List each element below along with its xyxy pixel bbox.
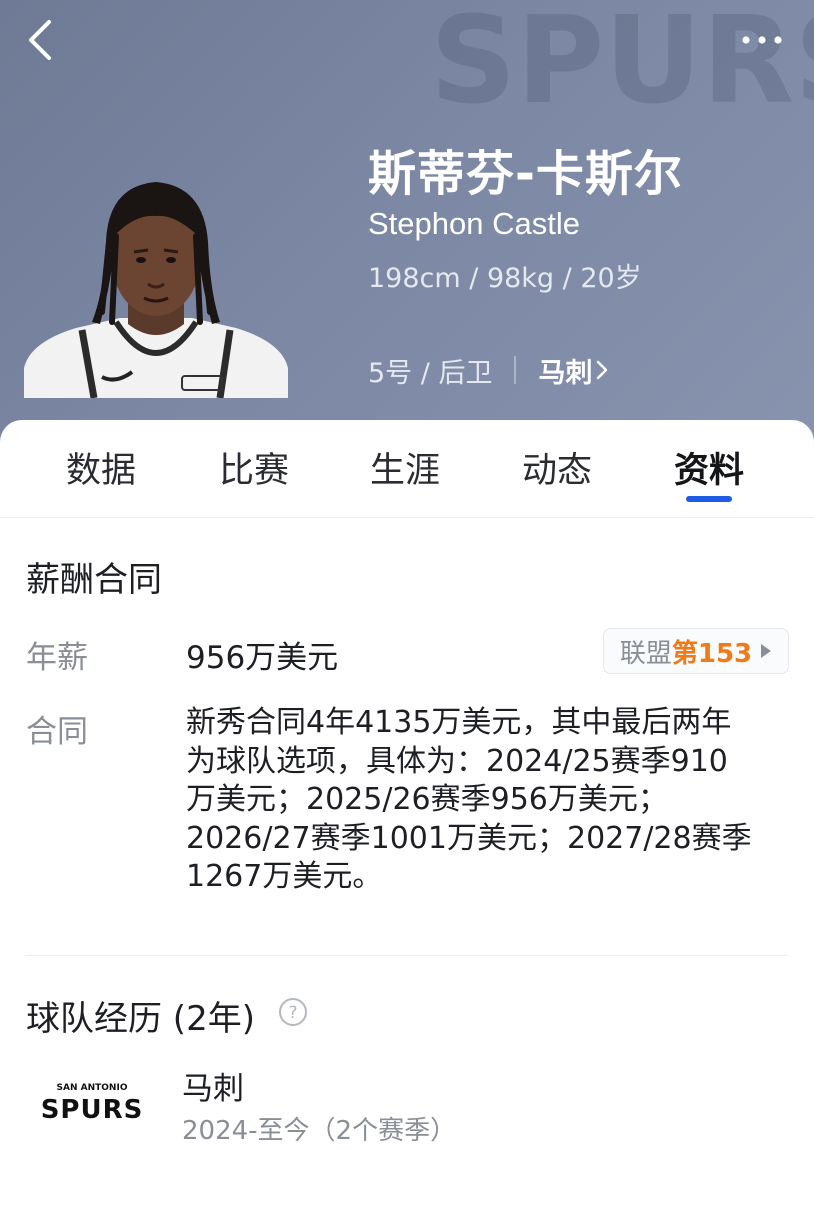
rank-value: 第153 — [671, 638, 753, 669]
contract-label: 合同 — [26, 714, 88, 750]
tab-data[interactable]: 数据 — [41, 442, 161, 492]
contract-line: 1267万美元。 — [186, 859, 383, 894]
svg-text:?: ? — [288, 1003, 297, 1023]
back-arrow-icon — [29, 20, 51, 60]
triangle-right-icon — [761, 644, 772, 658]
tab-news[interactable]: 动态 — [497, 442, 617, 492]
contract-line: 2026/27赛季1001万美元；2027/28赛季 — [186, 820, 752, 856]
player-position-row: 5号 / 后卫 马刺 — [368, 350, 608, 390]
player-name-cn: 斯蒂芬-卡斯尔 — [368, 146, 683, 202]
tab-games[interactable]: 比赛 — [194, 442, 314, 492]
team-history-name[interactable]: 马刺 — [182, 1063, 244, 1108]
tab-bar: 数据 比赛 生涯 动态 资料 — [0, 420, 814, 518]
team-link-label: 马刺 — [538, 357, 593, 389]
watermark-text: SPURS — [430, 0, 814, 131]
tab-profile[interactable]: 资料 — [649, 442, 769, 492]
annual-salary-value: 956万美元 — [186, 640, 339, 676]
logo-main-text: SPURS — [42, 1095, 142, 1125]
team-link[interactable]: 马刺 — [538, 351, 608, 390]
player-header: SPURS — [0, 0, 814, 445]
section-divider — [26, 955, 788, 956]
back-button[interactable] — [18, 14, 62, 66]
annual-salary-label: 年薪 — [26, 640, 88, 676]
team-history-years: 2024-至今（2个赛季） — [182, 1116, 457, 1146]
separator — [514, 356, 517, 384]
contract-line: 新秀合同4年4135万美元，其中最后两年 — [186, 705, 732, 740]
contract-details: 新秀合同4年4135万美元，其中最后两年 为球队选项，具体为：2024/25赛季… — [186, 704, 786, 897]
contract-line: 为球队选项，具体为：2024/25赛季910 — [186, 743, 728, 779]
rank-prefix: 联盟 — [619, 638, 672, 669]
salary-section-title: 薪酬合同 — [26, 560, 162, 600]
league-rank-badge[interactable]: 联盟 第153 — [603, 628, 789, 674]
contract-line: 万美元；2025/26赛季956万美元； — [186, 782, 668, 817]
content-sheet: 数据 比赛 生涯 动态 资料 薪酬合同 年薪 956万美元 联盟 第153 合同… — [0, 420, 814, 1212]
spurs-logo: SAN ANTONIO SPURS — [42, 1083, 142, 1125]
team-history-title: 球队经历 (2年) — [26, 999, 255, 1039]
more-dots-icon — [742, 36, 782, 44]
tab-career[interactable]: 生涯 — [345, 442, 465, 492]
player-name-en: Stephon Castle — [368, 206, 580, 241]
number-position: 5号 / 后卫 — [368, 357, 493, 389]
chevron-right-icon — [597, 360, 608, 380]
player-photo — [24, 182, 288, 398]
logo-top-text: SAN ANTONIO — [57, 1083, 128, 1093]
more-button[interactable] — [738, 26, 786, 54]
player-body-info: 198cm / 98kg / 20岁 — [368, 263, 642, 294]
active-tab-indicator — [686, 496, 732, 502]
help-circle-icon[interactable]: ? — [278, 997, 308, 1027]
